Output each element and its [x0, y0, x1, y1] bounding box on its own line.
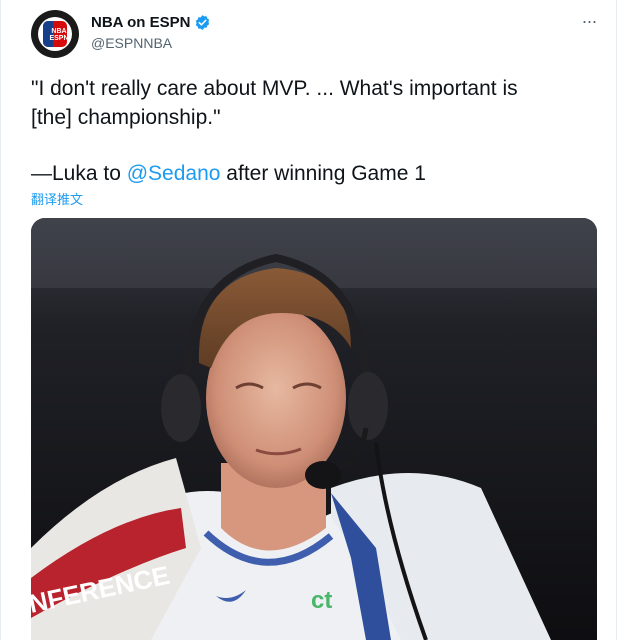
media-photo: NFERENCE ct	[31, 218, 597, 640]
jersey-logo: ct	[311, 587, 332, 614]
author-display-name[interactable]: NBA on ESPN	[91, 14, 190, 31]
headset-mic	[305, 461, 341, 489]
headset-left-cup	[161, 374, 201, 442]
tweet-line-1: "I don't really care about MVP. ... What…	[31, 77, 518, 100]
verified-badge-icon	[196, 15, 210, 30]
tweet-text: "I don't really care about MVP. ... What…	[31, 74, 591, 188]
tweet-media[interactable]: NFERENCE ct	[31, 218, 597, 640]
more-options-icon[interactable]: ···	[578, 10, 600, 32]
mention-link[interactable]: @Sedano	[127, 162, 221, 185]
tweet-paragraph-gap	[31, 132, 591, 159]
author-name-row: NBA on ESPN	[91, 14, 211, 31]
avatar-logo-text: NBA ESPN	[49, 28, 69, 42]
tweet-line-2: [the] championship."	[31, 106, 221, 129]
tweet-line-3: —Luka to @Sedano after winning Game 1	[31, 159, 591, 188]
tweet-line-3-prefix: —Luka to	[31, 162, 127, 185]
tweet-line-3-suffix: after winning Game 1	[220, 162, 426, 185]
translate-tweet-link[interactable]: 翻译推文	[31, 189, 83, 208]
avatar[interactable]: NBA ESPN	[31, 10, 79, 58]
author-handle[interactable]: @ESPNNBA	[91, 35, 172, 51]
tweet-card: NBA ESPN NBA on ESPN @ESPNNBA ··· "I don…	[0, 0, 617, 640]
